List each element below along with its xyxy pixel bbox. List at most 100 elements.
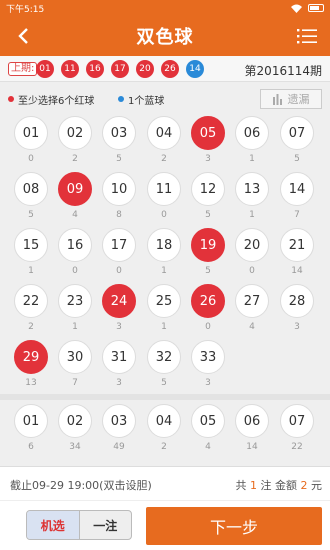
omission-count: 5 <box>161 378 167 388</box>
bet-count: 1 <box>250 479 257 492</box>
random-pick-button[interactable]: 机选 <box>27 511 80 539</box>
selection-hint-bar: 至少选择6个红球 1个蓝球 遗漏 <box>0 86 330 112</box>
omission-count: 7 <box>294 210 300 220</box>
back-arrow-icon[interactable] <box>14 26 34 46</box>
omission-count: 14 <box>291 266 303 276</box>
omission-count: 4 <box>249 322 255 332</box>
action-bar: 机选 一注 下一步 <box>0 500 330 550</box>
last-draw-label: 上期: <box>8 62 38 76</box>
blue-ball-05[interactable]: 05 <box>191 404 225 438</box>
blue-ball-02[interactable]: 02 <box>58 404 92 438</box>
summary-bar: 截止09-29 19:00(双击设胆) 共 1 注 金额 2 元 <box>0 466 330 500</box>
summary-prefix: 共 <box>235 479 247 492</box>
omission-toggle-button[interactable]: 遗漏 <box>260 89 322 109</box>
app-header: 双色球 <box>0 16 330 56</box>
single-bet-button[interactable]: 一注 <box>80 511 132 539</box>
omission-count: 0 <box>249 266 255 276</box>
bet-summary: 共 1 注 金额 2 元 <box>236 477 323 493</box>
red-ball-14[interactable]: 14 <box>280 172 314 206</box>
omission-count: 0 <box>28 154 34 164</box>
red-ball-13[interactable]: 13 <box>235 172 269 206</box>
red-ball-30[interactable]: 30 <box>58 340 92 374</box>
omission-count: 49 <box>113 442 125 452</box>
blue-ball-04[interactable]: 04 <box>147 404 181 438</box>
bar-chart-icon <box>272 93 282 105</box>
red-ball-29[interactable]: 29 <box>14 340 48 374</box>
omission-count: 1 <box>72 322 78 332</box>
period-number: 第2016114期 <box>244 64 322 78</box>
next-step-button[interactable]: 下一步 <box>146 507 322 545</box>
red-ball-18[interactable]: 18 <box>147 228 181 262</box>
omission-count: 0 <box>72 266 78 276</box>
red-ball-07[interactable]: 07 <box>280 116 314 150</box>
red-ball-26[interactable]: 26 <box>191 284 225 318</box>
omission-count: 5 <box>116 154 122 164</box>
summary-suffix: 元 <box>311 479 322 492</box>
red-ball-27[interactable]: 27 <box>235 284 269 318</box>
red-ball-20[interactable]: 20 <box>235 228 269 262</box>
red-ball-05[interactable]: 05 <box>191 116 225 150</box>
omission-count: 0 <box>205 322 211 332</box>
status-time: 下午5:15 <box>6 4 45 15</box>
red-ball-08[interactable]: 08 <box>14 172 48 206</box>
omission-count: 2 <box>161 442 167 452</box>
omission-count: 1 <box>249 154 255 164</box>
blue-ball-06[interactable]: 06 <box>235 404 269 438</box>
last-red-ball: 11 <box>61 60 79 78</box>
random-pick-toggle[interactable]: 机选 一注 <box>26 510 132 540</box>
omission-count: 22 <box>291 442 303 452</box>
omission-count: 6 <box>28 442 34 452</box>
omission-count: 3 <box>116 378 122 388</box>
last-draw-bar: 上期: 01 11 16 17 20 26 14 第2016114期 <box>0 56 330 82</box>
omission-count: 0 <box>116 266 122 276</box>
red-ball-09[interactable]: 09 <box>58 172 92 206</box>
red-ball-02[interactable]: 02 <box>58 116 92 150</box>
red-ball-04[interactable]: 04 <box>147 116 181 150</box>
red-ball-21[interactable]: 21 <box>280 228 314 262</box>
red-ball-24[interactable]: 24 <box>102 284 136 318</box>
red-ball-17[interactable]: 17 <box>102 228 136 262</box>
red-ball-32[interactable]: 32 <box>147 340 181 374</box>
menu-list-icon[interactable] <box>296 25 318 47</box>
blue-ball-07[interactable]: 07 <box>280 404 314 438</box>
red-ball-06[interactable]: 06 <box>235 116 269 150</box>
omission-count: 2 <box>72 154 78 164</box>
blue-ball-grid: 01 6 02 34 03 49 04 2 05 4 06 14 07 22 <box>0 400 330 466</box>
omission-count: 1 <box>161 266 167 276</box>
red-ball-31[interactable]: 31 <box>102 340 136 374</box>
red-ball-10[interactable]: 10 <box>102 172 136 206</box>
red-ball-22[interactable]: 22 <box>14 284 48 318</box>
omission-toggle-label: 遗漏 <box>287 93 310 106</box>
omission-count: 14 <box>246 442 258 452</box>
status-bar: 下午5:15 <box>0 0 330 16</box>
omission-count: 2 <box>161 154 167 164</box>
battery-icon <box>308 4 324 12</box>
red-ball-03[interactable]: 03 <box>102 116 136 150</box>
omission-count: 1 <box>249 210 255 220</box>
red-ball-15[interactable]: 15 <box>14 228 48 262</box>
red-ball-28[interactable]: 28 <box>280 284 314 318</box>
blue-ball-03[interactable]: 03 <box>102 404 136 438</box>
wifi-icon <box>291 4 302 13</box>
omission-count: 5 <box>205 210 211 220</box>
blue-ball-01[interactable]: 01 <box>14 404 48 438</box>
bet-amount: 2 <box>300 479 308 492</box>
red-ball-33[interactable]: 33 <box>191 340 225 374</box>
omission-count: 0 <box>161 210 167 220</box>
omission-count: 1 <box>161 322 167 332</box>
red-ball-25[interactable]: 25 <box>147 284 181 318</box>
last-red-ball: 16 <box>86 60 104 78</box>
omission-count: 34 <box>69 442 81 452</box>
red-ball-23[interactable]: 23 <box>58 284 92 318</box>
omission-count: 3 <box>205 378 211 388</box>
omission-count: 5 <box>294 154 300 164</box>
red-ball-11[interactable]: 11 <box>147 172 181 206</box>
last-red-ball: 17 <box>111 60 129 78</box>
omission-count: 8 <box>116 210 122 220</box>
omission-count: 2 <box>28 322 34 332</box>
red-ball-01[interactable]: 01 <box>14 116 48 150</box>
red-ball-16[interactable]: 16 <box>58 228 92 262</box>
red-ball-19[interactable]: 19 <box>191 228 225 262</box>
red-hint: 至少选择6个红球 <box>18 96 95 107</box>
red-ball-12[interactable]: 12 <box>191 172 225 206</box>
